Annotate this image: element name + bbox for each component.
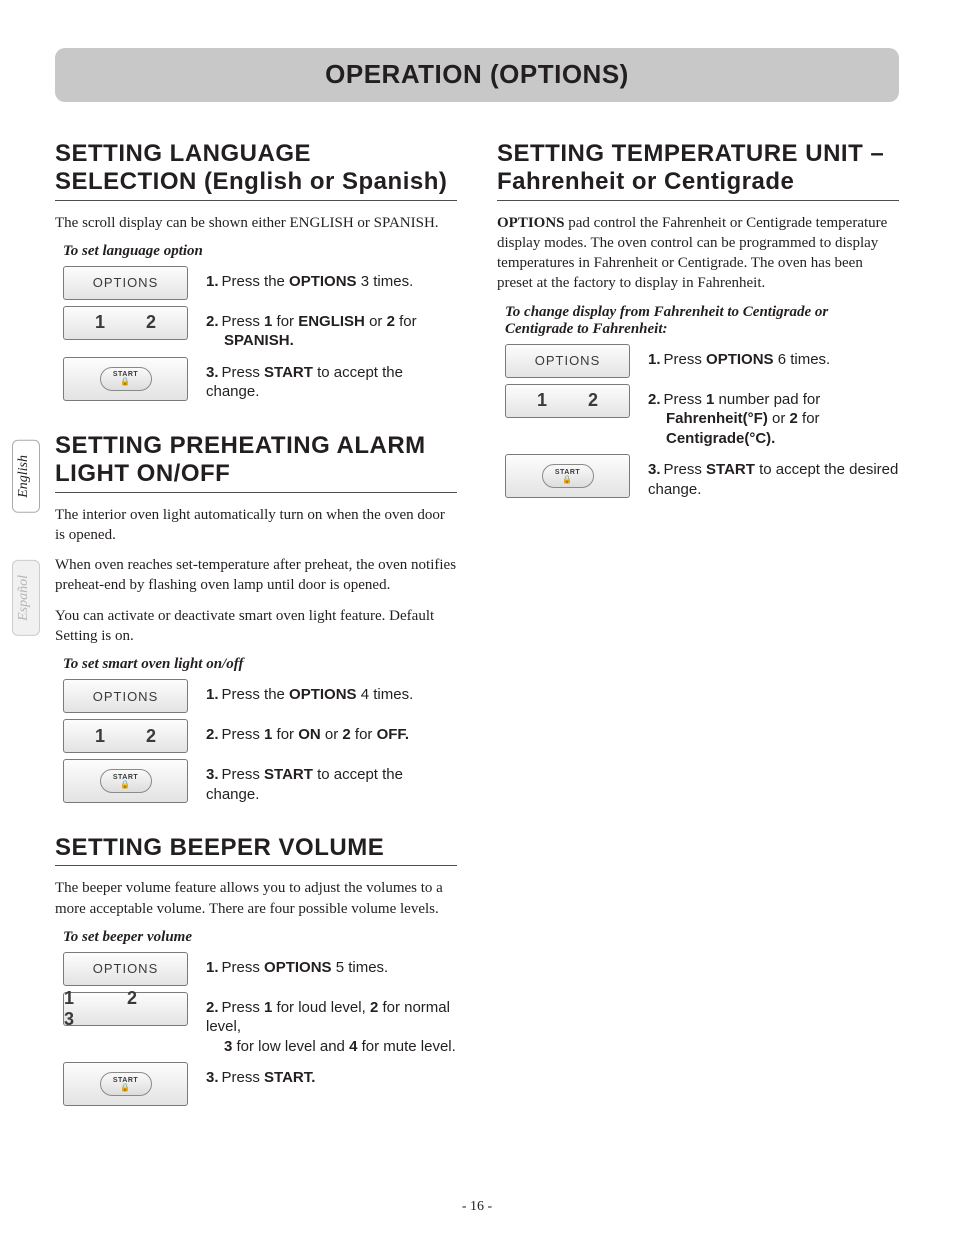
left-column: SETTING LANGUAGE SELECTION (English or S…	[55, 130, 457, 1112]
step-text: 1.Press OPTIONS 6 times.	[648, 344, 899, 370]
para: You can activate or deactivate smart ove…	[55, 606, 457, 647]
heading-beeper: SETTING BEEPER VOLUME	[55, 834, 457, 866]
para: The scroll display can be shown either E…	[55, 213, 457, 233]
page-banner: OPERATION (OPTIONS)	[55, 48, 899, 102]
para: The beeper volume feature allows you to …	[55, 878, 457, 919]
heading-language: SETTING LANGUAGE SELECTION (English or S…	[55, 140, 457, 201]
step-text: 2.Press 1 number pad for Fahrenheit(°F) …	[648, 384, 899, 449]
step-row: 1 2 2.Press 1 number pad for Fahrenheit(…	[497, 384, 899, 449]
options-button: OPTIONS	[505, 344, 630, 378]
heading-preheat: SETTING PREHEATING ALARM LIGHT ON/OFF	[55, 432, 457, 493]
numpad-1-2: 1 2	[505, 384, 630, 418]
para: When oven reaches set-temperature after …	[55, 555, 457, 596]
step-row: START🔒 3.Press START to accept the chang…	[55, 759, 457, 804]
numpad-1-2-3: 1 2 3	[63, 992, 188, 1026]
step-text: 1.Press the OPTIONS 3 times.	[206, 266, 457, 292]
numpad-1-2: 1 2	[63, 719, 188, 753]
start-button: START🔒	[63, 357, 188, 401]
step-row: START🔒 3.Press START to accept the chang…	[55, 357, 457, 402]
step-text: 3.Press START.	[206, 1062, 457, 1088]
step-row: 1 2 2.Press 1 for ON or 2 for OFF.	[55, 719, 457, 753]
step-row: START🔒 3.Press START.	[55, 1062, 457, 1106]
page-number: - 16 -	[0, 1199, 954, 1215]
numpad-1-2: 1 2	[63, 306, 188, 340]
right-column: SETTING TEMPERATURE UNIT – Fahrenheit or…	[497, 130, 899, 1112]
step-row: START🔒 3.Press START to accept the desir…	[497, 454, 899, 499]
step-text: 3.Press START to accept the change.	[206, 357, 457, 402]
step-text: 3.Press START to accept the desired chan…	[648, 454, 899, 499]
step-row: 1 2 3 2.Press 1 for loud level, 2 for no…	[55, 992, 457, 1057]
subhead: To set smart oven light on/off	[63, 656, 457, 673]
start-button: START🔒	[505, 454, 630, 498]
lock-icon: 🔒	[562, 476, 572, 484]
step-text: 2.Press 1 for ON or 2 for OFF.	[206, 719, 457, 745]
subhead: To set language option	[63, 243, 457, 260]
start-button: START🔒	[63, 1062, 188, 1106]
step-text: 2.Press 1 for loud level, 2 for normal l…	[206, 992, 457, 1057]
para: The interior oven light automatically tu…	[55, 505, 457, 546]
step-row: OPTIONS 1.Press the OPTIONS 3 times.	[55, 266, 457, 300]
step-row: OPTIONS 1.Press OPTIONS 5 times.	[55, 952, 457, 986]
para: OPTIONS pad control the Fahrenheit or Ce…	[497, 213, 899, 294]
step-row: OPTIONS 1.Press OPTIONS 6 times.	[497, 344, 899, 378]
options-button: OPTIONS	[63, 679, 188, 713]
step-text: 2.Press 1 for ENGLISH or 2 for SPANISH.	[206, 306, 457, 351]
step-row: OPTIONS 1.Press the OPTIONS 4 times.	[55, 679, 457, 713]
tab-english[interactable]: English	[12, 440, 40, 513]
options-button: OPTIONS	[63, 952, 188, 986]
step-text: 3.Press START to accept the change.	[206, 759, 457, 804]
lock-icon: 🔒	[120, 1084, 130, 1092]
step-text: 1.Press the OPTIONS 4 times.	[206, 679, 457, 705]
start-button: START🔒	[63, 759, 188, 803]
content-columns: SETTING LANGUAGE SELECTION (English or S…	[55, 130, 899, 1112]
tab-espanol[interactable]: Español	[12, 560, 40, 636]
lock-icon: 🔒	[120, 378, 130, 386]
subhead: To set beeper volume	[63, 929, 457, 946]
lock-icon: 🔒	[120, 781, 130, 789]
step-row: 1 2 2.Press 1 for ENGLISH or 2 for SPANI…	[55, 306, 457, 351]
heading-tempunit: SETTING TEMPERATURE UNIT – Fahrenheit or…	[497, 140, 899, 201]
step-text: 1.Press OPTIONS 5 times.	[206, 952, 457, 978]
subhead: To change display from Fahrenheit to Cen…	[505, 304, 899, 338]
options-button: OPTIONS	[63, 266, 188, 300]
